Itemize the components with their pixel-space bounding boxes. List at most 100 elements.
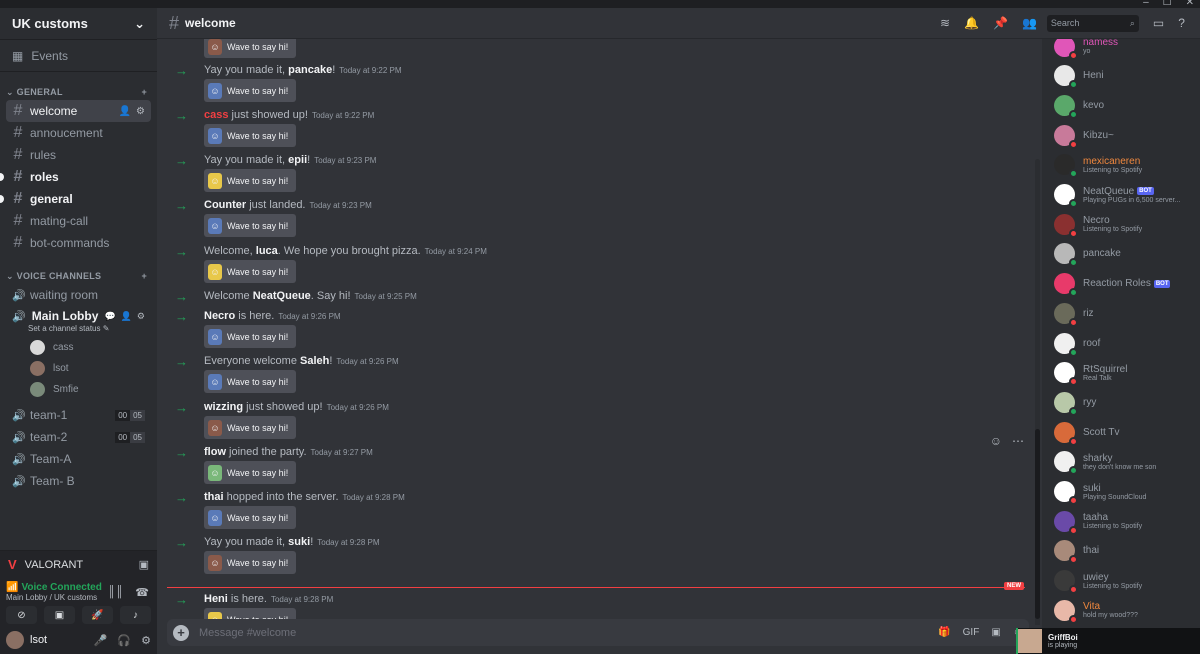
add-channel-icon[interactable]: + (141, 87, 147, 97)
voice-user[interactable]: Smfie (30, 379, 157, 400)
member-item[interactable]: Scott Tv (1054, 417, 1200, 447)
message-user[interactable]: pancake (288, 64, 332, 76)
wave-button[interactable]: ☺Wave to say hi! (204, 79, 296, 102)
gear-icon[interactable]: ⚙ (137, 311, 145, 322)
channel-annoucement[interactable]: # annoucement (6, 122, 151, 144)
wave-button[interactable]: ☺Wave to say hi! (204, 260, 296, 283)
camera-off-button[interactable]: ⊘ (6, 606, 37, 624)
category-voice[interactable]: ⌄ VOICE CHANNELS + (0, 268, 157, 284)
microphone-icon[interactable]: 🎤 (94, 634, 108, 647)
invite-icon[interactable]: 👤 (119, 106, 131, 117)
member-item[interactable]: Vita hold my wood??? (1054, 595, 1200, 625)
user-panel[interactable]: lsot 🎤 🎧 ⚙ (0, 626, 157, 654)
message-user[interactable]: flow (204, 446, 226, 458)
pin-icon[interactable]: 📌 (993, 16, 1008, 30)
attach-plus-icon[interactable]: + (173, 624, 189, 641)
activity-panel[interactable]: V VALORANT ▣ (0, 550, 157, 578)
threads-icon[interactable]: ≋ (940, 16, 950, 30)
member-item[interactable]: Necro Listening to Spotify (1054, 209, 1200, 239)
wave-button[interactable]: ☺Wave to say hi! (204, 461, 296, 484)
help-icon[interactable]: ? (1178, 16, 1185, 30)
server-header[interactable]: UK customs ⌄ (0, 8, 157, 40)
message-list[interactable]: ☺ Wave to say hi! → Yay you made it, panc… (157, 39, 1042, 625)
chat-icon[interactable]: 💬 (104, 311, 115, 322)
message-user[interactable]: suki (288, 536, 310, 548)
message-user[interactable]: cass (204, 109, 228, 121)
member-item[interactable]: RtSquirrel Real Talk (1054, 358, 1200, 388)
screen-share-button[interactable]: ▣ (44, 606, 75, 624)
member-item[interactable]: pancake (1054, 239, 1200, 269)
voice-channel-team-a[interactable]: 🔊 Team-A (6, 448, 151, 470)
voice-channel-main-lobby[interactable]: 🔊 Main Lobby 💬 👤 ⚙ Set a channel status ✎ (6, 308, 151, 333)
bell-icon[interactable]: 🔔 (964, 16, 979, 30)
events-item[interactable]: ▦ Events (0, 40, 157, 72)
wave-button[interactable]: ☺Wave to say hi! (204, 124, 296, 147)
channel-bot-commands[interactable]: # bot-commands (6, 232, 151, 254)
noise-suppression-icon[interactable]: ║║ (108, 586, 124, 599)
add-reaction-icon[interactable]: ☺ (990, 434, 1002, 448)
message-user[interactable]: NeatQueue (253, 290, 311, 302)
activities-button[interactable]: 🚀 (82, 606, 113, 624)
gear-icon[interactable]: ⚙ (136, 106, 145, 117)
add-channel-icon[interactable]: + (141, 271, 147, 281)
search-input[interactable]: Search ⌕ (1046, 14, 1139, 32)
inbox-icon[interactable]: ▭ (1153, 16, 1164, 30)
message-user[interactable]: Heni (204, 593, 228, 605)
member-item[interactable]: kevo (1054, 90, 1200, 120)
channel-general[interactable]: # general (0, 188, 151, 210)
member-item[interactable]: namess yo (1054, 39, 1200, 61)
member-item[interactable]: Heni (1054, 61, 1200, 91)
member-item[interactable]: thai (1054, 536, 1200, 566)
sticker-icon[interactable]: ▣ (991, 627, 1000, 638)
message-user[interactable]: Necro (204, 310, 235, 322)
channel-roles[interactable]: # roles (0, 166, 151, 188)
message-user[interactable]: Saleh (300, 355, 329, 367)
headphones-icon[interactable]: 🎧 (117, 634, 131, 647)
message-user[interactable]: wizzing (204, 401, 243, 413)
member-item[interactable]: Kibzu~ (1054, 120, 1200, 150)
message-user[interactable]: epii (288, 154, 307, 166)
channel-mating-call[interactable]: # mating-call (6, 210, 151, 232)
invite-icon[interactable]: 👤 (121, 311, 132, 322)
maximize-button[interactable]: ☐ (1163, 0, 1172, 8)
member-item[interactable]: sharky they don't know me son (1054, 447, 1200, 477)
message-input[interactable]: Message #welcome (199, 627, 296, 639)
member-item[interactable]: taaha Listening to Spotify (1054, 506, 1200, 536)
voice-channel-team-b[interactable]: 🔊 Team- B (6, 470, 151, 492)
member-item[interactable]: NeatQueue BOT Playing PUGs in 6,500 server… (1054, 180, 1200, 210)
message-user[interactable]: Counter (204, 199, 246, 211)
soundboard-button[interactable]: ♪ (120, 606, 151, 624)
channel-rules[interactable]: # rules (6, 144, 151, 166)
wave-button[interactable]: ☺Wave to say hi! (204, 39, 296, 58)
voice-user[interactable]: lsot (30, 358, 157, 379)
wave-button[interactable]: ☺Wave to say hi! (204, 370, 296, 393)
member-item[interactable]: riz (1054, 298, 1200, 328)
member-item[interactable]: roof (1054, 328, 1200, 358)
message-user[interactable]: thai (204, 491, 224, 503)
gear-icon[interactable]: ⚙ (141, 634, 151, 647)
disconnect-icon[interactable]: ☎ (135, 586, 149, 599)
member-item[interactable]: suki Playing SoundCloud (1054, 477, 1200, 507)
voice-channel-team-1[interactable]: 🔊 team-1 00 05 (6, 404, 151, 426)
wave-button[interactable]: ☺Wave to say hi! (204, 506, 296, 529)
voice-channel-waiting[interactable]: 🔊 waiting room (6, 284, 151, 306)
wave-button[interactable]: ☺Wave to say hi! (204, 416, 296, 439)
member-list[interactable]: namess yo Heni kevo Kibzu~ mexicaneren Listeni… (1042, 39, 1200, 654)
channel-welcome[interactable]: # welcome 👤 ⚙ (6, 100, 151, 122)
wave-button[interactable]: ☺Wave to say hi! (204, 551, 296, 574)
voice-channel-team-2[interactable]: 🔊 team-2 00 05 (6, 426, 151, 448)
channel-status[interactable]: Set a channel status ✎ (28, 324, 145, 333)
voice-user[interactable]: cass (30, 337, 157, 358)
screen-share-icon[interactable]: ▣ (139, 558, 149, 571)
gif-icon[interactable]: GIF (963, 627, 980, 638)
close-button[interactable]: ✕ (1186, 0, 1194, 8)
scrollbar[interactable] (1035, 159, 1040, 625)
activity-toast[interactable]: GriffBoi is playing (1016, 628, 1200, 654)
category-general[interactable]: ⌄ GENERAL + (0, 84, 157, 100)
gift-icon[interactable]: 🎁 (938, 627, 950, 638)
wave-button[interactable]: ☺Wave to say hi! (204, 169, 296, 192)
message-composer[interactable]: + Message #welcome 🎁 GIF ▣ ☺ (167, 619, 1029, 646)
wave-button[interactable]: ☺Wave to say hi! (204, 325, 296, 348)
member-item[interactable]: ryy (1054, 387, 1200, 417)
minimize-button[interactable]: – (1143, 0, 1149, 8)
